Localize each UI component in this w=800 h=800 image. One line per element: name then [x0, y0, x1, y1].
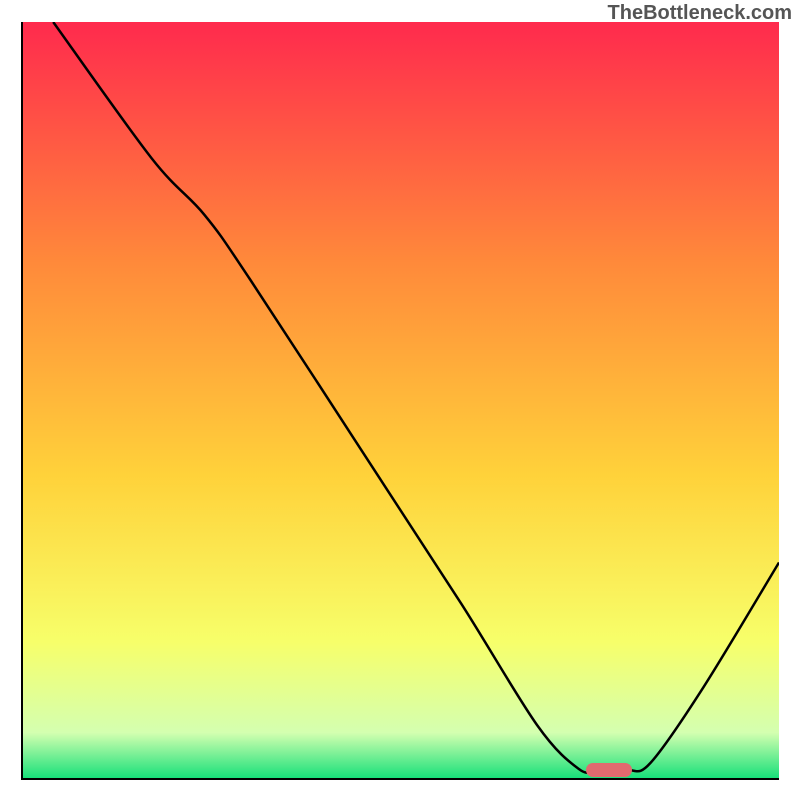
optimum-marker	[586, 763, 632, 777]
chart-plot-area	[23, 22, 779, 778]
chart-axes	[21, 22, 779, 780]
watermark-text: TheBottleneck.com	[608, 2, 792, 25]
gradient-background	[23, 22, 779, 778]
chart-svg	[23, 22, 779, 778]
